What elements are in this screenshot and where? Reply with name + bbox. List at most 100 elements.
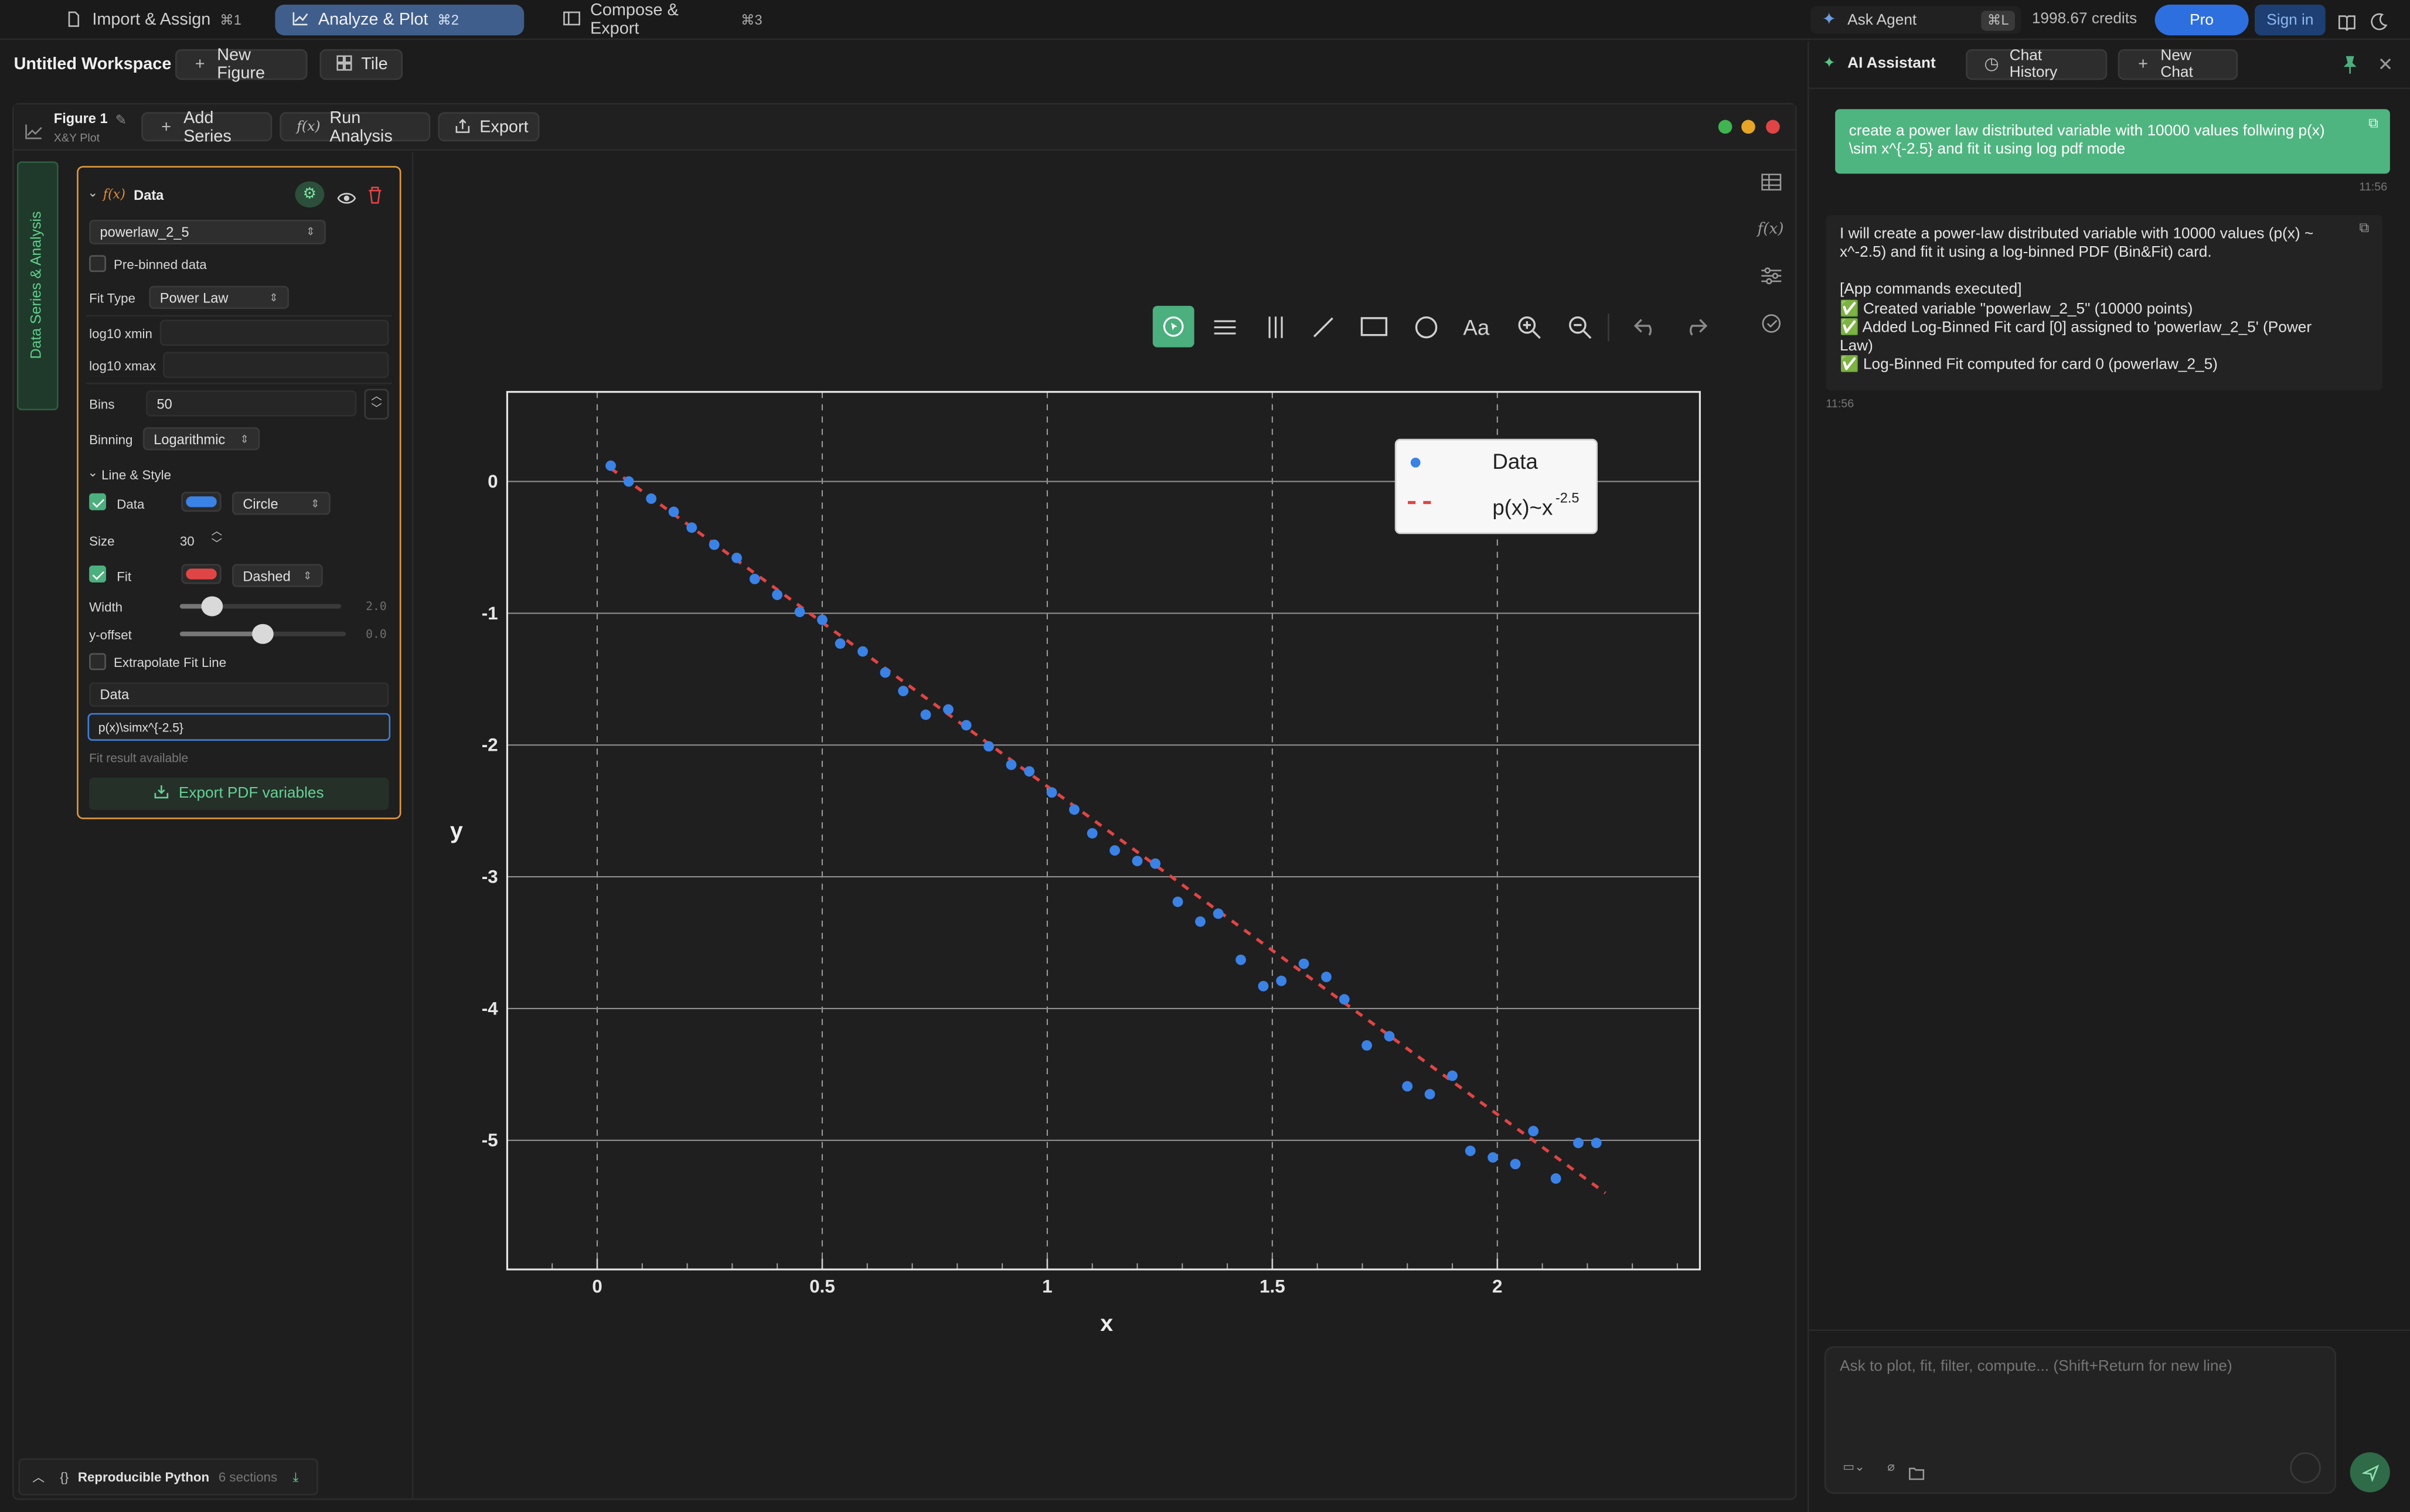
offset-slider-track[interactable] xyxy=(179,624,346,644)
fit-type-select[interactable]: Power Law ⇕ xyxy=(149,285,290,309)
send-button[interactable] xyxy=(2350,1452,2390,1493)
legend-fit-input[interactable]: p(x)\simx^{-2.5} xyxy=(87,713,391,741)
tab-import-assign[interactable]: Import & Assign ⌘1 xyxy=(49,5,267,35)
xmax-input[interactable] xyxy=(162,352,389,379)
assistant-input-divider xyxy=(1807,1329,2410,1331)
chevron-down-icon[interactable]: ⌄ xyxy=(87,466,98,480)
trash-icon[interactable] xyxy=(367,185,383,204)
marker-select[interactable]: Circle ⇕ xyxy=(232,492,331,515)
x-tick-label: 1.5 xyxy=(1260,1276,1285,1296)
copy-icon[interactable]: ⧉ xyxy=(2368,115,2378,132)
ask-agent-button[interactable]: ✦ Ask Agent ⌘L xyxy=(1810,6,2021,34)
data-point xyxy=(1150,858,1161,869)
data-point xyxy=(1384,1031,1395,1042)
export-pdf-button[interactable]: Export PDF variables xyxy=(89,777,389,811)
vline-tool-icon[interactable] xyxy=(1254,306,1296,348)
hline-tool-icon[interactable] xyxy=(1203,306,1245,348)
chat-input[interactable] xyxy=(1840,1358,2329,1436)
extrapolate-checkbox[interactable] xyxy=(89,653,106,670)
side-tab-label: Data Series & Analysis xyxy=(28,211,46,359)
copy-icon[interactable]: ⧉ xyxy=(2359,220,2369,237)
chevron-up-icon[interactable]: ︿ xyxy=(371,392,382,404)
pin-icon[interactable] xyxy=(2343,54,2358,74)
table-icon[interactable] xyxy=(1754,165,1788,199)
export-button[interactable]: Export xyxy=(438,112,540,142)
data-visible-checkbox[interactable] xyxy=(89,493,106,510)
export-icon[interactable]: ⤓ xyxy=(292,1469,298,1486)
select-tool-button[interactable] xyxy=(1152,305,1194,348)
variable-select[interactable]: powerlaw_2_5 ⇕ xyxy=(89,220,326,244)
binning-select[interactable]: Logarithmic ⇕ xyxy=(142,427,260,451)
data-point xyxy=(1424,1089,1435,1099)
tile-button[interactable]: Tile xyxy=(319,49,403,80)
attachment-icon[interactable]: ⌀ xyxy=(1887,1460,1895,1474)
chat-history-button[interactable]: ◷ Chat History xyxy=(1966,47,2108,81)
data-point xyxy=(1006,760,1017,770)
reproducible-python-bar[interactable]: ︿ {} Reproducible Python 6 sections ⤓ xyxy=(18,1458,318,1496)
chevron-up-icon[interactable]: ︿ xyxy=(212,526,222,539)
sign-in-button[interactable]: Sign in xyxy=(2255,4,2326,36)
progress-ring-icon xyxy=(2290,1452,2321,1483)
offset-slider-handle[interactable] xyxy=(252,624,274,644)
xmin-input[interactable] xyxy=(159,319,389,346)
chart[interactable]: 0 0.5 1 1.5 2 0 -1 -2 -3 -4 -5 x y Data p(x)~x -2.5 xyxy=(415,363,1752,1362)
image-icon[interactable]: ▭⌄ xyxy=(1843,1460,1873,1474)
line-style-header[interactable]: Line & Style xyxy=(101,467,171,482)
offset-label: y-offset xyxy=(89,626,132,643)
chevron-down-icon[interactable]: ﹀ xyxy=(212,539,222,551)
credits-label: 1998.67 credits xyxy=(2031,11,2137,28)
fit-visible-checkbox[interactable] xyxy=(89,566,106,583)
tab-compose-export[interactable]: Compose & Export ⌘3 xyxy=(547,2,778,39)
chevron-down-icon[interactable]: ﹀ xyxy=(371,404,382,417)
ellipse-tool-icon[interactable] xyxy=(1405,306,1446,348)
window-minimize-dot[interactable] xyxy=(1741,120,1755,134)
line-tool-icon[interactable] xyxy=(1302,306,1343,348)
add-series-button[interactable]: + Add Series xyxy=(141,108,273,145)
data-point xyxy=(943,704,954,715)
zoom-in-icon[interactable] xyxy=(1508,306,1550,348)
legend-data-input[interactable]: Data xyxy=(89,682,389,707)
new-figure-button[interactable]: + New Figure xyxy=(175,46,308,83)
pencil-icon[interactable]: ✎ xyxy=(115,112,127,129)
fit-type-label: Fit Type xyxy=(89,290,135,306)
data-point xyxy=(961,720,972,731)
run-analysis-label: Run Analysis xyxy=(329,108,393,145)
size-stepper[interactable]: ︿ ﹀ xyxy=(206,524,227,553)
pro-button[interactable]: Pro xyxy=(2154,4,2249,36)
close-icon[interactable]: ✕ xyxy=(2378,54,2393,76)
linestyle-select[interactable]: Dashed ⇕ xyxy=(232,564,323,587)
pre-binned-checkbox[interactable] xyxy=(89,255,106,273)
undo-icon[interactable] xyxy=(1625,306,1666,348)
eye-icon[interactable] xyxy=(336,186,356,204)
bins-input[interactable]: 50 xyxy=(146,390,357,417)
fit-color-swatch[interactable] xyxy=(181,564,222,584)
rectangle-tool-icon[interactable] xyxy=(1353,306,1394,348)
tab-analyze-plot[interactable]: Analyze & Plot ⌘2 xyxy=(275,4,525,36)
text-tool-icon[interactable]: Aa xyxy=(1455,306,1497,348)
function-icon[interactable]: f(x) xyxy=(1754,212,1788,246)
figure-name[interactable]: Figure 1 xyxy=(54,111,108,126)
gear-icon[interactable]: ⚙ xyxy=(295,181,325,208)
run-analysis-button[interactable]: f(x) Run Analysis xyxy=(280,108,431,145)
zoom-out-icon[interactable] xyxy=(1558,306,1600,348)
size-value[interactable]: 30 xyxy=(180,533,195,549)
width-slider-handle[interactable] xyxy=(201,596,223,617)
redo-icon[interactable] xyxy=(1674,306,1715,348)
data-point xyxy=(605,460,616,471)
chevron-down-icon[interactable]: ⌄ xyxy=(87,186,98,200)
folder-icon[interactable] xyxy=(1909,1460,1925,1480)
data-point xyxy=(1087,827,1098,839)
window-close-dot[interactable] xyxy=(1766,120,1780,134)
card-divider xyxy=(86,315,392,317)
book-icon[interactable] xyxy=(2338,11,2356,31)
width-value: 2.0 xyxy=(366,599,387,614)
data-color-swatch[interactable] xyxy=(181,492,222,512)
moon-icon[interactable] xyxy=(2370,11,2388,30)
width-slider-track[interactable] xyxy=(179,596,342,617)
sliders-icon[interactable] xyxy=(1754,258,1788,292)
window-maximize-dot[interactable] xyxy=(1718,120,1732,134)
bins-stepper[interactable]: ︿ ﹀ xyxy=(364,389,389,420)
check-circle-icon[interactable] xyxy=(1754,306,1788,340)
new-chat-button[interactable]: + New Chat xyxy=(2118,47,2238,81)
clock-icon: ◷ xyxy=(1984,55,1999,74)
